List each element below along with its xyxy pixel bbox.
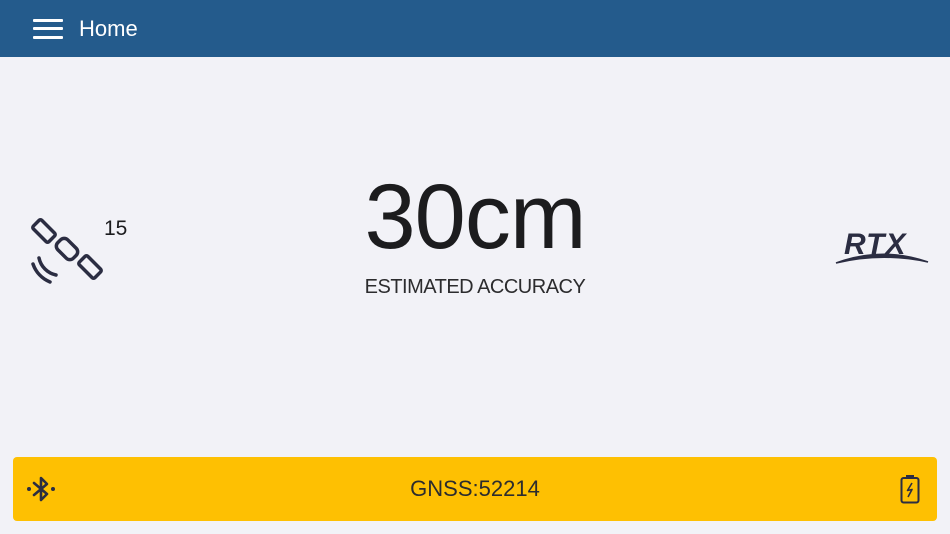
battery-charging-icon — [900, 475, 920, 504]
menu-button[interactable] — [33, 18, 63, 39]
bluetooth-icon[interactable] — [25, 473, 57, 505]
menu-line — [33, 35, 63, 39]
accuracy-label: ESTIMATED ACCURACY — [364, 276, 586, 298]
accuracy-value: 30cm — [364, 166, 587, 268]
rtx-logo: RTX — [832, 226, 932, 270]
app-bar: Home — [0, 0, 950, 57]
page-title: Home — [79, 15, 138, 41]
status-bar: GNSS:52214 — [13, 457, 937, 521]
menu-line — [33, 27, 63, 30]
rtx-swoosh — [835, 253, 929, 264]
menu-line — [33, 18, 63, 22]
gnss-status-text: GNSS:52214 — [410, 476, 540, 501]
